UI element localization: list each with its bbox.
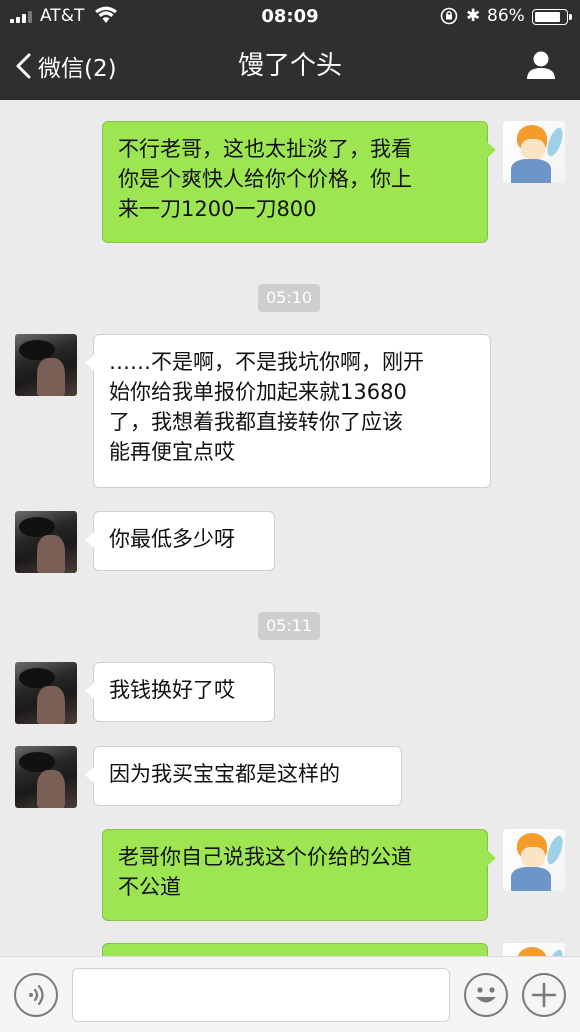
emoji-button[interactable] [464, 973, 508, 1017]
contact-avatar[interactable] [15, 662, 77, 724]
more-button[interactable] [522, 973, 566, 1017]
message-input[interactable] [72, 968, 450, 1022]
my-avatar[interactable] [503, 121, 565, 183]
contact-avatar[interactable] [15, 746, 77, 808]
message-bubble[interactable]: 我钱换好了哎 [85, 662, 275, 722]
voice-button[interactable] [14, 973, 58, 1017]
top-bar: AT&T 08:09 ✱ 86% 微信(2) 馒了个头 [0, 0, 580, 100]
bluetooth-icon: ✱ [466, 6, 481, 26]
status-bar: AT&T 08:09 ✱ 86% [0, 0, 580, 34]
back-button[interactable]: 微信(2) [14, 48, 117, 84]
voice-icon [29, 984, 44, 1006]
message-bubble[interactable]: 你最低多少呀 [85, 511, 275, 571]
message-bubble[interactable]: 不行老哥，这也太扯淡了，我看 你是个爽快人给你个价格，你上 来一刀1200一刀8… [102, 121, 496, 243]
timestamp: 05:11 [258, 612, 321, 640]
contact-avatar[interactable] [15, 334, 77, 396]
chevron-left-icon [16, 53, 31, 79]
message-bubble[interactable]: 因为我买宝宝都是这样的 [85, 746, 402, 806]
my-avatar[interactable] [503, 829, 565, 891]
contact-avatar[interactable] [15, 511, 77, 573]
message-bubble[interactable]: 老哥你自己说我这个价给的公道 不公道 [102, 829, 496, 921]
battery-percent: 86% [487, 6, 525, 26]
back-label: 微信(2) [38, 56, 117, 82]
plus-icon [531, 982, 557, 1008]
message-bubble[interactable]: ……不是啊，不是我坑你啊，刚开 始你给我单报价加起来就13680 了，我想着我都… [85, 334, 491, 488]
input-bar [0, 956, 580, 1032]
emoji-icon [476, 987, 496, 1003]
person-icon[interactable] [524, 48, 558, 82]
battery-icon [532, 9, 572, 25]
orientation-lock-icon [440, 7, 458, 25]
timestamp: 05:10 [258, 284, 321, 312]
